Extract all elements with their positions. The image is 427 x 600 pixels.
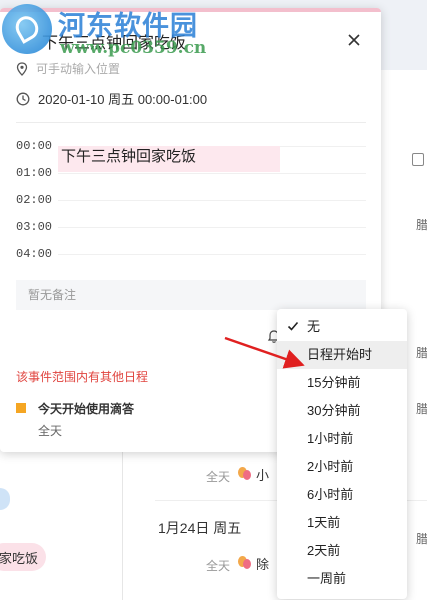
calendar-icon[interactable] bbox=[412, 153, 424, 166]
option-label: 日程开始时 bbox=[307, 347, 373, 362]
list-item-title: 除 bbox=[256, 557, 270, 572]
conflicting-event-title: 今天开始使用滴答 bbox=[38, 402, 135, 416]
reminder-option-6hours[interactable]: 6小时前 bbox=[277, 481, 407, 509]
balloon-icon bbox=[238, 555, 252, 572]
clock-icon bbox=[16, 92, 30, 105]
event-chip[interactable]: 家吃饭 bbox=[0, 543, 46, 571]
option-label: 一周前 bbox=[307, 571, 347, 586]
allday-label: 全天 bbox=[206, 559, 231, 573]
timeline-event-block[interactable]: 下午三点钟回家吃饭 bbox=[58, 146, 280, 172]
annotation-arrow-icon bbox=[224, 336, 305, 369]
hour-gridline bbox=[58, 173, 366, 174]
side-label: 腊 bbox=[416, 218, 427, 232]
reminder-option-30min[interactable]: 30分钟前 bbox=[277, 397, 407, 425]
location-field[interactable]: 可手动输入位置 bbox=[16, 60, 120, 77]
hour-label: 02:00 bbox=[16, 193, 53, 207]
option-label: 2小时前 bbox=[307, 459, 354, 474]
conflict-warning: 该事件范围内有其他日程 bbox=[16, 370, 149, 384]
reminder-option-1week[interactable]: 一周前 bbox=[277, 565, 407, 593]
watermark-url: www.pc0359.cn bbox=[60, 38, 207, 58]
reminder-option-1day[interactable]: 1天前 bbox=[277, 509, 407, 537]
hour-label: 01:00 bbox=[16, 166, 53, 180]
notes-field[interactable]: 暂无备注 bbox=[16, 280, 366, 310]
time-range: 2020-01-10 周五 00:00-01:00 bbox=[38, 92, 208, 107]
hour-label: 03:00 bbox=[16, 220, 53, 234]
reminder-option-2days[interactable]: 2天前 bbox=[277, 537, 407, 565]
option-label: 2天前 bbox=[307, 543, 341, 558]
list-item-title: 小 bbox=[256, 468, 270, 483]
divider bbox=[16, 122, 366, 123]
side-label: 腊 bbox=[416, 346, 427, 360]
location-placeholder: 可手动输入位置 bbox=[36, 62, 121, 76]
date-heading: 1月24日 周五 bbox=[158, 520, 242, 536]
close-button[interactable] bbox=[344, 30, 364, 50]
location-pin-icon bbox=[16, 61, 28, 76]
list-item[interactable]: 小 bbox=[238, 465, 269, 484]
option-label: 30分钟前 bbox=[307, 403, 361, 418]
hour-gridline bbox=[58, 227, 366, 228]
sidebar-avatar[interactable] bbox=[0, 488, 10, 510]
option-label: 1天前 bbox=[307, 515, 341, 530]
balloon-icon bbox=[238, 466, 252, 483]
hour-label: 04:00 bbox=[16, 247, 53, 261]
reminder-option-1hour[interactable]: 1小时前 bbox=[277, 425, 407, 453]
reminder-option-15min[interactable]: 15分钟前 bbox=[277, 369, 407, 397]
conflicting-event-subtitle: 全天 bbox=[38, 424, 63, 438]
list-item[interactable]: 除 bbox=[238, 554, 269, 573]
option-label: 1小时前 bbox=[307, 431, 354, 446]
side-label: 腊 bbox=[416, 532, 427, 546]
reminder-option-2hours[interactable]: 2小时前 bbox=[277, 453, 407, 481]
time-field[interactable]: 2020-01-10 周五 00:00-01:00 bbox=[16, 89, 207, 108]
hour-gridline bbox=[58, 254, 366, 255]
close-icon bbox=[348, 34, 360, 46]
side-label: 腊 bbox=[416, 402, 427, 416]
hour-label: 00:00 bbox=[16, 139, 53, 153]
event-color-marker bbox=[16, 403, 26, 413]
option-label: 15分钟前 bbox=[307, 375, 361, 390]
allday-label: 全天 bbox=[206, 470, 231, 484]
watermark-logo bbox=[2, 4, 52, 54]
hour-gridline bbox=[58, 200, 366, 201]
option-label: 6小时前 bbox=[307, 487, 354, 502]
